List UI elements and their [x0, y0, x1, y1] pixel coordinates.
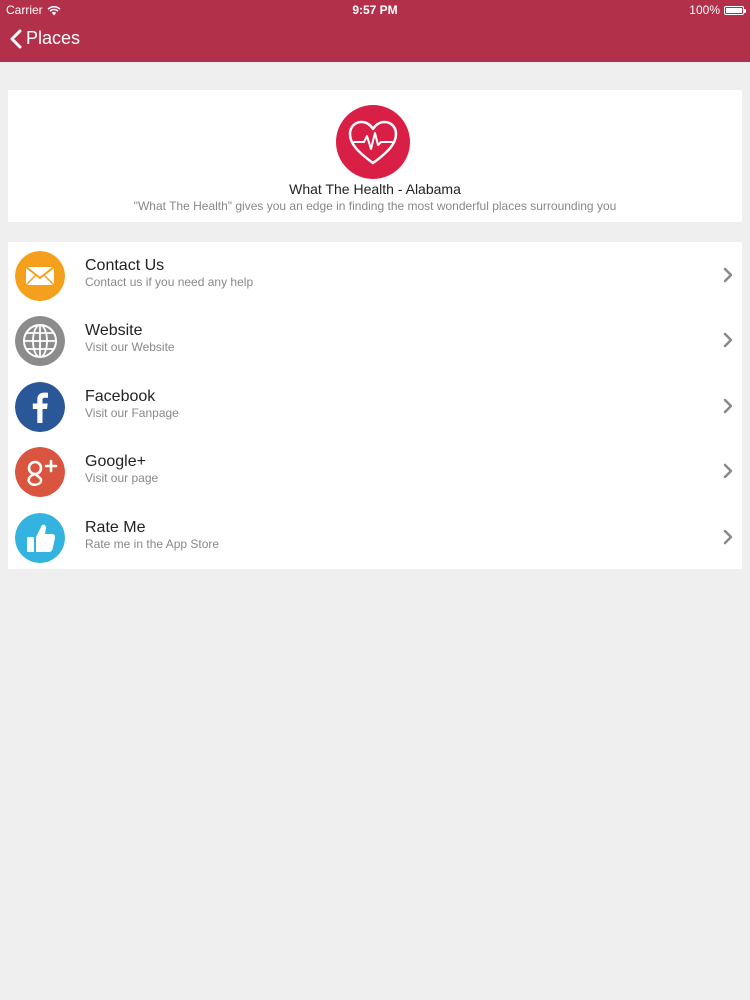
app-header-card: What The Health - Alabama "What The Heal…: [8, 90, 742, 222]
thumbs-up-icon: [15, 512, 65, 563]
battery-fill: [726, 7, 742, 13]
battery-indicator: 100%: [689, 3, 746, 17]
app-title: What The Health - Alabama: [289, 181, 461, 197]
heart-pulse-logo-icon: [336, 105, 410, 179]
app-tagline: "What The Health" gives you an edge in f…: [133, 199, 617, 213]
chevron-left-icon: [10, 29, 22, 48]
chevron-right-icon: [723, 529, 733, 544]
facebook-icon: [15, 381, 65, 432]
back-button[interactable]: Places: [10, 28, 80, 49]
back-button-label: Places: [26, 28, 81, 48]
menu-item-subtitle: Visit our page: [85, 471, 159, 486]
menu-item-subtitle: Visit our Fanpage: [85, 405, 179, 420]
menu-item-rate-me[interactable]: Rate Me Rate me in the App Store: [8, 504, 742, 569]
menu-item-title: Facebook: [85, 387, 156, 405]
envelope-icon: [15, 251, 65, 301]
menu-item-facebook[interactable]: Facebook Visit our Fanpage: [8, 373, 742, 438]
google-plus-icon: [15, 447, 65, 498]
battery-percent: 100%: [689, 3, 720, 17]
chevron-right-icon: [723, 333, 733, 348]
menu-item-title: Contact Us: [85, 257, 165, 274]
chevron-right-icon: [723, 267, 733, 283]
menu-item-subtitle: Contact us if you need any help: [85, 275, 254, 289]
menu-item-subtitle: Visit our Website: [85, 340, 175, 355]
chevron-right-icon: [723, 463, 733, 479]
status-bar: Carrier 9:57 PM 100%: [0, 0, 750, 20]
menu-item-subtitle: Rate me in the App Store: [85, 536, 220, 551]
clock: 9:57 PM: [352, 3, 398, 17]
chevron-right-icon: [723, 398, 733, 414]
menu-item-google-plus[interactable]: Google+ Visit our page: [8, 438, 742, 503]
menu-item-title: Rate Me: [85, 518, 146, 536]
menu-item-title: Google+: [85, 453, 146, 471]
navigation-bar: Carrier 9:57 PM 100% Places: [0, 0, 750, 62]
screen: Carrier 9:57 PM 100% Places What The Hea…: [0, 0, 750, 1000]
menu-item-website[interactable]: Website Visit our Website: [8, 307, 742, 372]
globe-icon: [15, 316, 65, 367]
menu-item-contact-us[interactable]: Contact Us Contact us if you need any he…: [8, 242, 742, 307]
battery-icon: [724, 5, 746, 15]
menu-item-title: Website: [85, 322, 143, 340]
menu-list: Contact Us Contact us if you need any he…: [8, 242, 742, 569]
